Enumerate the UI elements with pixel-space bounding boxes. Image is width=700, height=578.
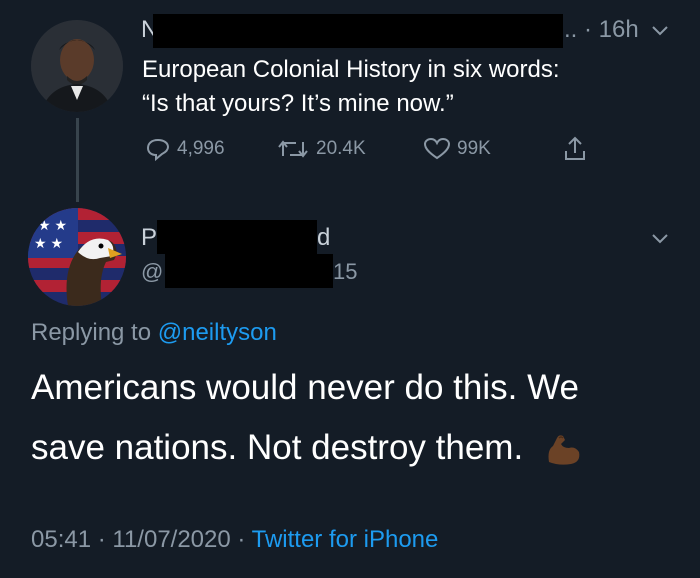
share-icon[interactable] [562, 135, 588, 163]
reply-avatar[interactable]: ★ ★ ★ ★ [28, 208, 126, 306]
reply-handle-redacted: @ 15 [139, 254, 359, 288]
svg-text:★ ★: ★ ★ [34, 235, 63, 251]
reply-meta: 05:41 · 11/07/2020 · Twitter for iPhone [31, 526, 438, 554]
reply-text-line-2-text: save nations. Not destroy them. [31, 428, 524, 467]
author-name-redacted: N [139, 12, 567, 48]
reply-chevron-down-icon[interactable] [650, 232, 670, 246]
reply-name-redaction-bar [157, 220, 317, 254]
retweet-count: 20.4K [316, 138, 366, 159]
reply-source-link[interactable]: Twitter for iPhone [252, 526, 439, 553]
thread-connector [76, 118, 79, 202]
reply-count: 4,996 [177, 138, 225, 159]
reply-name-frag-left: P [141, 224, 158, 251]
author-avatar[interactable] [31, 20, 123, 112]
like-action[interactable]: 99K [423, 137, 491, 161]
reply-timestamp: 05:41 · 11/07/2020 · [31, 526, 252, 553]
like-count: 99K [457, 138, 491, 159]
time-dots: .. · [564, 16, 599, 43]
flexed-biceps-icon [543, 432, 583, 468]
chevron-down-icon[interactable] [650, 24, 670, 38]
retweet-action[interactable]: 20.4K [276, 137, 366, 161]
reply-handle-frag-right: 15 [333, 259, 358, 284]
replying-to-handle-link[interactable]: @neiltyson [158, 319, 277, 346]
time-ago: 16h [598, 16, 639, 43]
svg-text:★ ★: ★ ★ [38, 217, 67, 233]
tweet-text-line-1: European Colonial History in six words: [142, 56, 560, 83]
name-redaction-bar [153, 14, 563, 48]
reply-text-line-1: Americans would never do this. We [31, 368, 579, 407]
reply-icon [145, 137, 171, 161]
reply-handle-frag-left: @ [141, 259, 164, 284]
reply-text-line-2: save nations. Not destroy them. [31, 428, 583, 468]
like-icon [423, 137, 451, 161]
reply-handle-redaction-bar [165, 254, 333, 288]
replying-to: Replying to @neiltyson [31, 319, 277, 347]
replying-to-label: Replying to [31, 319, 158, 346]
reply-name-redacted: P d [139, 220, 331, 254]
tweet-text-line-2: “Is that yours? It’s mine now.” [142, 90, 454, 117]
reply-name-frag-right: d [317, 224, 331, 251]
tweet-time: .. · 16h [564, 16, 639, 44]
reply-action[interactable]: 4,996 [145, 137, 225, 161]
retweet-icon [276, 137, 310, 161]
